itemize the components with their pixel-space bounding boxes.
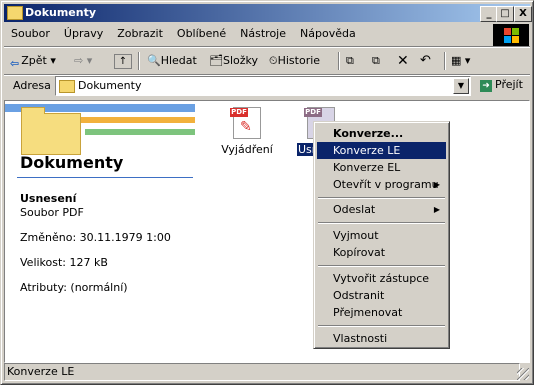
menu-item-rename[interactable]: Přejmenovat xyxy=(317,304,446,321)
menu-bar: Soubor Úpravy Zobrazit Oblíbené Nástroje Nápo… xyxy=(4,24,489,44)
delete-icon: ✕ xyxy=(397,53,409,69)
panel-title: Dokumenty xyxy=(20,153,124,172)
menu-item-copy[interactable]: Kopírovat xyxy=(317,244,446,261)
menu-item-convert-le[interactable]: Konverze LE xyxy=(317,142,446,159)
move-to-button[interactable]: ⧉ xyxy=(346,51,354,71)
back-button[interactable]: ⇦ Zpět ▾ xyxy=(10,51,56,71)
folder-icon xyxy=(7,6,23,20)
views-button[interactable]: ▦ ▾ xyxy=(451,51,470,71)
undo-icon: ↶ xyxy=(420,53,431,68)
selected-file-type: Soubor PDF xyxy=(20,206,84,219)
go-arrow-icon: ➜ xyxy=(480,80,492,92)
folder-up-icon: ↑ xyxy=(114,54,132,69)
title-underline xyxy=(17,177,193,178)
forward-button[interactable]: ⇨ ▾ xyxy=(74,51,92,71)
file-item[interactable]: PDF ✎ Vyjádření xyxy=(217,107,277,156)
menu-item-label: Otevřít v programu xyxy=(333,178,439,191)
go-label: Přejít xyxy=(495,78,523,91)
windows-logo-icon xyxy=(493,24,529,46)
submenu-arrow-icon: ▶ xyxy=(433,180,440,189)
resize-grip-icon[interactable] xyxy=(517,368,529,380)
menu-separator xyxy=(318,222,445,224)
toolbar: ⇦ Zpět ▾ ⇨ ▾ ↑ 🔍Hledat 🗂Složky ⏲Historie … xyxy=(4,49,530,73)
menu-item-send-to[interactable]: Odeslat ▶ xyxy=(317,201,446,218)
window-title: Dokumenty xyxy=(25,6,97,19)
menu-item-cut[interactable]: Vyjmout xyxy=(317,227,446,244)
submenu-arrow-icon: ▶ xyxy=(433,205,440,214)
menu-item-create-shortcut[interactable]: Vytvořit zástupce xyxy=(317,270,446,287)
back-label: Zpět xyxy=(21,54,47,67)
undo-button[interactable]: ↶ xyxy=(420,51,431,71)
go-button[interactable]: ➜ Přejít xyxy=(480,77,523,93)
folder-banner: Dokumenty xyxy=(5,101,195,181)
file-label: Vyjádření xyxy=(221,143,273,156)
large-folder-icon xyxy=(21,107,81,155)
banner-stripe xyxy=(67,117,195,123)
forward-arrow-icon: ⇨ xyxy=(74,54,84,67)
menu-item-label: Odeslat xyxy=(333,203,376,216)
menu-file[interactable]: Soubor xyxy=(4,24,57,44)
menu-separator xyxy=(318,325,445,327)
toolbar-separator xyxy=(444,52,446,70)
folder-icon xyxy=(59,80,75,93)
file-size: Velikost: 127 kB xyxy=(20,256,108,269)
maximize-button[interactable]: □ xyxy=(496,6,514,22)
menu-edit[interactable]: Úpravy xyxy=(57,24,110,44)
menu-view[interactable]: Zobrazit xyxy=(110,24,170,44)
menu-separator xyxy=(318,197,445,199)
folders-label: Složky xyxy=(222,54,258,67)
address-input[interactable]: Dokumenty ▼ xyxy=(55,76,471,96)
title-bar[interactable]: Dokumenty _ □ X xyxy=(4,4,532,22)
close-button[interactable]: X xyxy=(514,6,532,22)
menu-item-properties[interactable]: Vlastnosti xyxy=(317,330,446,347)
menu-item-convert-el[interactable]: Konverze EL xyxy=(317,159,446,176)
acrobat-icon: ✎ xyxy=(240,119,252,135)
selected-file-name: Usnesení xyxy=(20,192,77,205)
pdf-tag: PDF xyxy=(230,108,248,117)
toolbar-separator xyxy=(138,52,140,70)
pdf-file-icon: PDF ✎ xyxy=(230,107,261,139)
modified-date: Změněno: 30.11.1979 1:00 xyxy=(20,231,171,244)
history-icon: ⏲ xyxy=(269,54,278,67)
folders-icon: 🗂 xyxy=(209,54,223,67)
menu-help[interactable]: Nápověda xyxy=(293,24,363,44)
file-attributes: Atributy: (normální) xyxy=(20,281,128,294)
search-button[interactable]: 🔍Hledat xyxy=(147,51,197,71)
address-label: Adresa xyxy=(13,79,51,92)
move-to-icon: ⧉ xyxy=(346,54,354,67)
history-label: Historie xyxy=(277,54,321,67)
menu-item-delete[interactable]: Odstranit xyxy=(317,287,446,304)
folder-view[interactable]: Dokumenty Usnesení Soubor PDF Změněno: 3… xyxy=(4,100,530,363)
menu-favorites[interactable]: Oblíbené xyxy=(170,24,233,44)
toolbar-separator xyxy=(338,52,340,70)
search-label: Hledat xyxy=(160,54,197,67)
address-dropdown-icon[interactable]: ▼ xyxy=(453,78,469,94)
address-value: Dokumenty xyxy=(78,79,142,92)
back-arrow-icon: ⇦ xyxy=(10,57,20,70)
copy-to-icon: ⧉ xyxy=(372,54,380,67)
status-text: Konverze LE xyxy=(4,363,520,381)
menu-separator xyxy=(4,46,530,48)
up-folder-button[interactable]: ↑ xyxy=(114,51,132,71)
menu-item-convert[interactable]: Konverze... xyxy=(317,125,446,142)
banner-stripe xyxy=(85,129,195,135)
address-bar: Adresa Dokumenty ▼ ➜ Přejít xyxy=(4,75,530,97)
context-menu: Konverze... Konverze LE Konverze EL Otev… xyxy=(313,121,450,349)
menu-item-open-with[interactable]: Otevřít v programu ▶ xyxy=(317,176,446,193)
pdf-tag: PDF xyxy=(304,108,322,117)
delete-button[interactable]: ✕ xyxy=(397,51,409,71)
search-icon: 🔍 xyxy=(147,54,161,67)
menu-tools[interactable]: Nástroje xyxy=(233,24,293,44)
folders-button[interactable]: 🗂Složky xyxy=(209,51,258,71)
copy-to-button[interactable]: ⧉ xyxy=(372,51,380,71)
views-icon: ▦ xyxy=(451,54,462,67)
menu-separator xyxy=(318,265,445,267)
status-bar: Konverze LE xyxy=(4,363,530,381)
history-button[interactable]: ⏲Historie xyxy=(269,51,320,71)
explorer-window: Dokumenty _ □ X Soubor Úpravy Zobrazit Oblí… xyxy=(0,0,534,385)
